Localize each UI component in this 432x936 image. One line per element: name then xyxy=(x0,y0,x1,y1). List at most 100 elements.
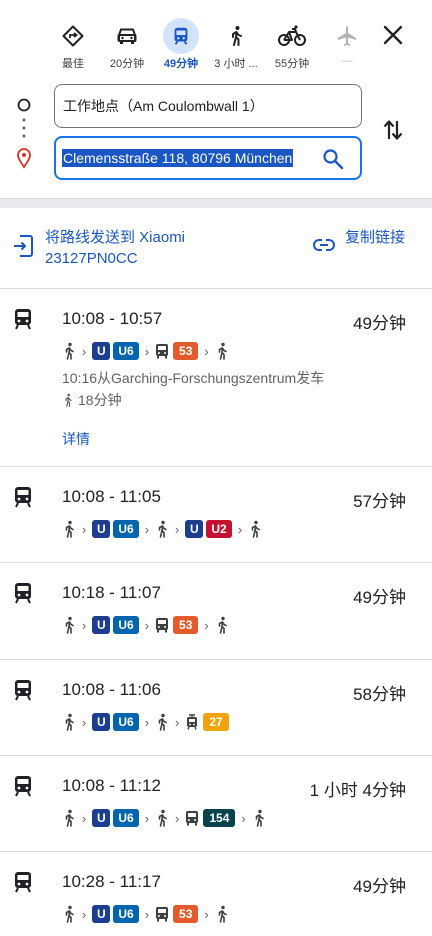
destination-text: Clemensstraße 118, 80796 München xyxy=(62,149,294,167)
ubahn-badge: U U6 xyxy=(92,520,139,538)
route-time: 10:08 - 11:06 xyxy=(62,680,161,699)
transit-icon xyxy=(15,487,31,508)
chevron-right-icon: › xyxy=(175,810,180,826)
mode-tab-drive[interactable]: 20分钟 xyxy=(98,18,156,70)
chevron-right-icon: › xyxy=(82,714,87,730)
tram-badge: 27 xyxy=(185,713,229,731)
chevron-right-icon: › xyxy=(175,521,180,537)
walk-icon xyxy=(255,809,264,827)
car-icon xyxy=(109,18,145,54)
mode-label: 49分钟 xyxy=(163,58,199,70)
ubahn-badge: U U6 xyxy=(92,905,139,923)
chevron-right-icon: › xyxy=(237,521,243,537)
chevron-right-icon: › xyxy=(144,906,150,922)
walk-icon xyxy=(158,809,167,827)
chevron-right-icon: › xyxy=(204,343,209,359)
ubahn-icon: U xyxy=(92,809,111,827)
chevron-right-icon: › xyxy=(204,906,209,922)
walk-icon xyxy=(218,18,254,54)
walk-icon xyxy=(218,616,227,634)
flight-icon xyxy=(329,18,365,54)
mode-tab-transit[interactable]: 49分钟 xyxy=(152,18,210,70)
chevron-right-icon: › xyxy=(82,343,87,359)
transit-icon xyxy=(15,680,31,701)
line-badge-154: 154 xyxy=(203,809,236,827)
bus-badge: 53 xyxy=(155,342,199,360)
chevron-right-icon: › xyxy=(204,617,209,633)
send-route-link[interactable]: 将路线发送到 Xiaomi 23127PN0CC xyxy=(45,227,215,269)
route-steps: › U U6 › 53 › xyxy=(62,340,229,362)
walk-duration: 18分钟 xyxy=(62,390,122,410)
route-time: 10:28 - 11:17 xyxy=(62,872,161,891)
departure-info: 10:16从Garching-Forschungszentrum发车 xyxy=(62,370,325,386)
copy-link-button[interactable]: 复制链接 xyxy=(345,227,405,248)
chevron-right-icon: › xyxy=(144,617,150,633)
bus-icon xyxy=(156,907,169,922)
line-badge-27: 27 xyxy=(203,713,229,731)
line-badge-u2: U2 xyxy=(206,520,232,538)
route-option[interactable]: 10:08 - 11:06 58分钟 › U U6 › › 27 xyxy=(0,659,432,755)
close-icon xyxy=(383,25,403,45)
walk-icon xyxy=(65,809,74,827)
mode-tab-flight: — xyxy=(318,18,376,70)
search-icon[interactable] xyxy=(322,148,344,170)
bus-badge: 53 xyxy=(155,616,199,634)
transit-icon xyxy=(15,776,31,797)
walk-icon xyxy=(65,342,74,360)
send-to-device-icon xyxy=(14,235,33,257)
chevron-right-icon: › xyxy=(175,714,180,730)
mode-label: 20分钟 xyxy=(109,58,145,70)
transit-icon xyxy=(15,872,31,893)
line-badge-53: 53 xyxy=(173,905,199,923)
close-button[interactable] xyxy=(380,24,406,48)
line-badge-u6: U6 xyxy=(113,520,139,538)
chevron-right-icon: › xyxy=(82,810,87,826)
bus-icon xyxy=(156,618,169,633)
walk-icon xyxy=(218,342,227,360)
link-icon xyxy=(313,239,335,251)
mode-tab-best[interactable]: 最佳 xyxy=(44,18,102,70)
origin-input[interactable]: 工作地点（Am Coulombwall 1） xyxy=(54,84,362,128)
mode-label: — xyxy=(341,55,353,67)
route-option[interactable]: 10:18 - 11:07 49分钟 › U U6 › 53 › xyxy=(0,562,432,659)
details-link[interactable]: 详情 xyxy=(62,429,90,449)
chevron-right-icon: › xyxy=(144,714,150,730)
line-badge-u6: U6 xyxy=(113,342,139,360)
transit-icon xyxy=(163,18,199,54)
mode-tab-walk[interactable]: 3 小时 ... xyxy=(207,18,265,70)
bus-icon xyxy=(186,811,199,826)
destination-input[interactable]: Clemensstraße 118, 80796 München xyxy=(54,136,362,180)
route-steps: › U U6 › › 27 xyxy=(62,711,229,733)
ubahn-badge: U U6 xyxy=(92,342,139,360)
route-time: 10:08 - 11:12 xyxy=(62,776,161,795)
ubahn-icon: U xyxy=(92,713,111,731)
mode-label: 最佳 xyxy=(62,58,84,70)
route-option[interactable]: 10:08 - 11:05 57分钟 › U U6 › › U U2 › xyxy=(0,466,432,562)
ubahn-badge: U U6 xyxy=(92,616,139,634)
route-duration: 1 小时 4分钟 xyxy=(309,781,406,800)
route-duration: 57分钟 xyxy=(353,492,406,511)
mode-tab-bicycle[interactable]: 55分钟 xyxy=(263,18,321,70)
route-option[interactable]: 10:28 - 11:17 49分钟 › U U6 › 53 › xyxy=(0,851,432,936)
route-time: 10:18 - 11:07 xyxy=(62,583,161,602)
swap-button[interactable] xyxy=(381,117,405,148)
walk-icon xyxy=(65,905,74,923)
chevron-right-icon: › xyxy=(82,617,87,633)
line-badge-u6: U6 xyxy=(113,809,139,827)
route-option[interactable]: 10:08 - 11:12 1 小时 4分钟 › U U6 › › 154 › xyxy=(0,755,432,851)
ubahn-icon: U xyxy=(92,905,111,923)
walk-icon xyxy=(158,713,167,731)
line-badge-u6: U6 xyxy=(113,713,139,731)
walk-icon xyxy=(65,393,72,407)
ubahn-icon: U xyxy=(92,616,111,634)
route-option[interactable]: 10:08 - 10:57 49分钟 › U U6 › 53 › 10:16从Ga… xyxy=(0,288,432,466)
ubahn-icon: U xyxy=(185,520,204,538)
chevron-right-icon: › xyxy=(144,521,150,537)
route-time: 10:08 - 11:05 xyxy=(62,487,161,506)
bus-badge: 154 xyxy=(185,809,236,827)
swap-icon xyxy=(383,120,403,140)
chevron-right-icon: › xyxy=(241,810,246,826)
route-duration: 49分钟 xyxy=(353,588,406,607)
origin-text: 工作地点（Am Coulombwall 1） xyxy=(63,98,264,114)
route-time: 10:08 - 10:57 xyxy=(62,309,163,328)
